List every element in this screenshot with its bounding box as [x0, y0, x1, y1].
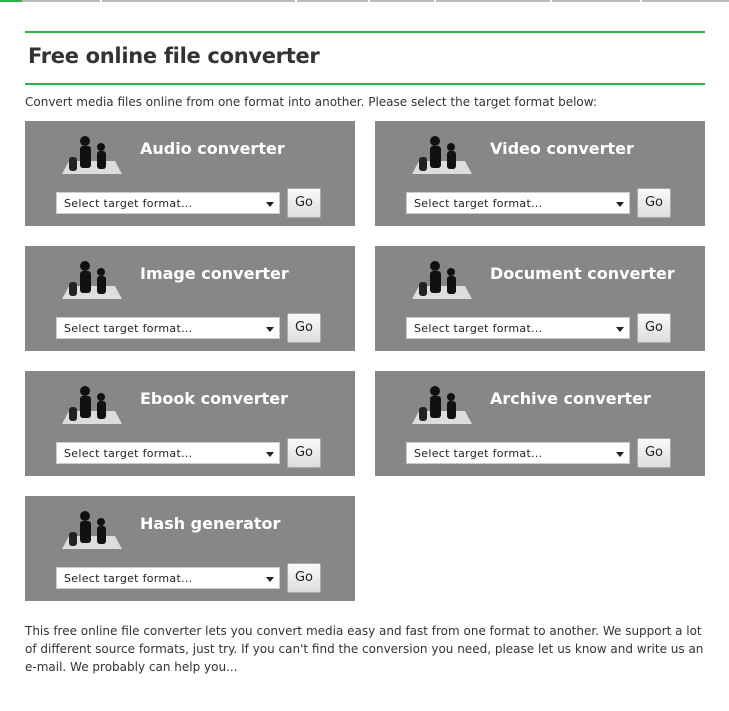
computer-user-icon: [412, 261, 472, 299]
divider-top: [25, 31, 705, 33]
top-tab-strip: [0, 0, 729, 2]
select-placeholder: Select target format...: [64, 447, 193, 460]
select-placeholder: Select target format...: [414, 322, 543, 335]
converter-panel: Video converter Select target format... …: [375, 121, 705, 226]
target-format-select[interactable]: Select target format...: [56, 192, 280, 214]
converter-title: Video converter: [490, 139, 634, 158]
go-button[interactable]: Go: [637, 313, 671, 343]
go-button[interactable]: Go: [637, 438, 671, 468]
converter-title: Document converter: [490, 264, 675, 283]
hash-writer-icon: [62, 511, 122, 549]
converter-panel: Ebook converter Select target format... …: [25, 371, 355, 476]
chevron-down-icon: [616, 452, 624, 457]
select-placeholder: Select target format...: [64, 572, 193, 585]
go-button[interactable]: Go: [287, 563, 321, 593]
target-format-select[interactable]: Select target format...: [406, 442, 630, 464]
chevron-down-icon: [266, 327, 274, 332]
go-button[interactable]: Go: [287, 188, 321, 218]
converter-title: Audio converter: [140, 139, 285, 158]
target-format-select[interactable]: Select target format...: [56, 567, 280, 589]
chevron-down-icon: [616, 202, 624, 207]
chevron-down-icon: [266, 452, 274, 457]
footer-text: This free online file converter lets you…: [25, 624, 704, 674]
converter-panel: Archive converter Select target format..…: [375, 371, 705, 476]
converter-panel: Image converter Select target format... …: [25, 246, 355, 351]
target-format-select[interactable]: Select target format...: [56, 317, 280, 339]
divider-bottom: [25, 83, 705, 85]
converter-title: Archive converter: [490, 389, 651, 408]
converter-title: Hash generator: [140, 514, 281, 533]
chevron-down-icon: [616, 327, 624, 332]
converter-title: Ebook converter: [140, 389, 289, 408]
chevron-down-icon: [266, 202, 274, 207]
select-placeholder: Select target format...: [414, 197, 543, 210]
packing-person-icon: [412, 386, 472, 424]
converter-panel: Audio converter Select target format... …: [25, 121, 355, 226]
go-button[interactable]: Go: [287, 438, 321, 468]
go-button[interactable]: Go: [287, 313, 321, 343]
dancers-icon: [62, 136, 122, 174]
intro-text: Convert media files online from one form…: [25, 95, 597, 109]
target-format-select[interactable]: Select target format...: [56, 442, 280, 464]
converter-panel: Hash generator Select target format... G…: [25, 496, 355, 601]
select-placeholder: Select target format...: [64, 197, 193, 210]
page-title: Free online file converter: [28, 44, 320, 68]
go-button[interactable]: Go: [637, 188, 671, 218]
target-format-select[interactable]: Select target format...: [406, 317, 630, 339]
select-placeholder: Select target format...: [64, 322, 193, 335]
reader-icon: [62, 386, 122, 424]
select-placeholder: Select target format...: [414, 447, 543, 460]
converter-panel: Document converter Select target format.…: [375, 246, 705, 351]
picture-frame-icon: [62, 261, 122, 299]
converter-title: Image converter: [140, 264, 289, 283]
target-format-select[interactable]: Select target format...: [406, 192, 630, 214]
chevron-down-icon: [266, 577, 274, 582]
video-viewer-icon: [412, 136, 472, 174]
